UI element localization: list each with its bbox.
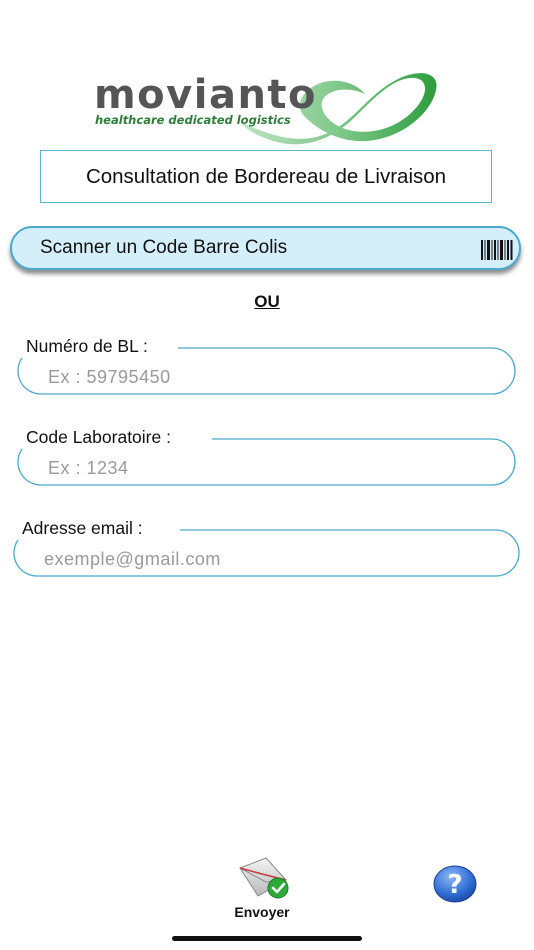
page-title: Consultation de Bordereau de Livraison xyxy=(40,150,492,203)
lab-code-input[interactable] xyxy=(48,456,488,480)
scan-barcode-button[interactable]: Scanner un Code Barre Colis xyxy=(10,226,521,270)
bl-number-label: Numéro de BL : xyxy=(22,336,154,357)
movianto-logo: movianto healthcare dedicated logistics xyxy=(90,62,446,148)
bl-number-field: Numéro de BL : xyxy=(0,336,534,400)
email-field: Adresse email : xyxy=(0,518,534,582)
svg-text:?: ? xyxy=(447,870,462,900)
separator-ou: OU xyxy=(254,292,280,311)
email-input[interactable] xyxy=(44,547,492,571)
envelope-check-icon xyxy=(239,857,289,899)
logo-tagline: healthcare dedicated logistics xyxy=(95,113,291,127)
home-indicator xyxy=(172,936,362,941)
send-tab[interactable]: Envoyer xyxy=(232,852,292,920)
send-tab-label: Envoyer xyxy=(234,904,290,920)
help-icon: ? xyxy=(433,865,477,903)
barcode-icon xyxy=(481,240,513,260)
email-label: Adresse email : xyxy=(18,518,149,539)
help-tab[interactable]: ? xyxy=(432,864,478,904)
bl-number-input[interactable] xyxy=(48,365,488,389)
scan-barcode-label: Scanner un Code Barre Colis xyxy=(40,237,288,258)
lab-code-label: Code Laboratoire : xyxy=(22,427,177,448)
lab-code-field: Code Laboratoire : xyxy=(0,427,534,491)
logo-wordmark: movianto xyxy=(94,72,318,118)
